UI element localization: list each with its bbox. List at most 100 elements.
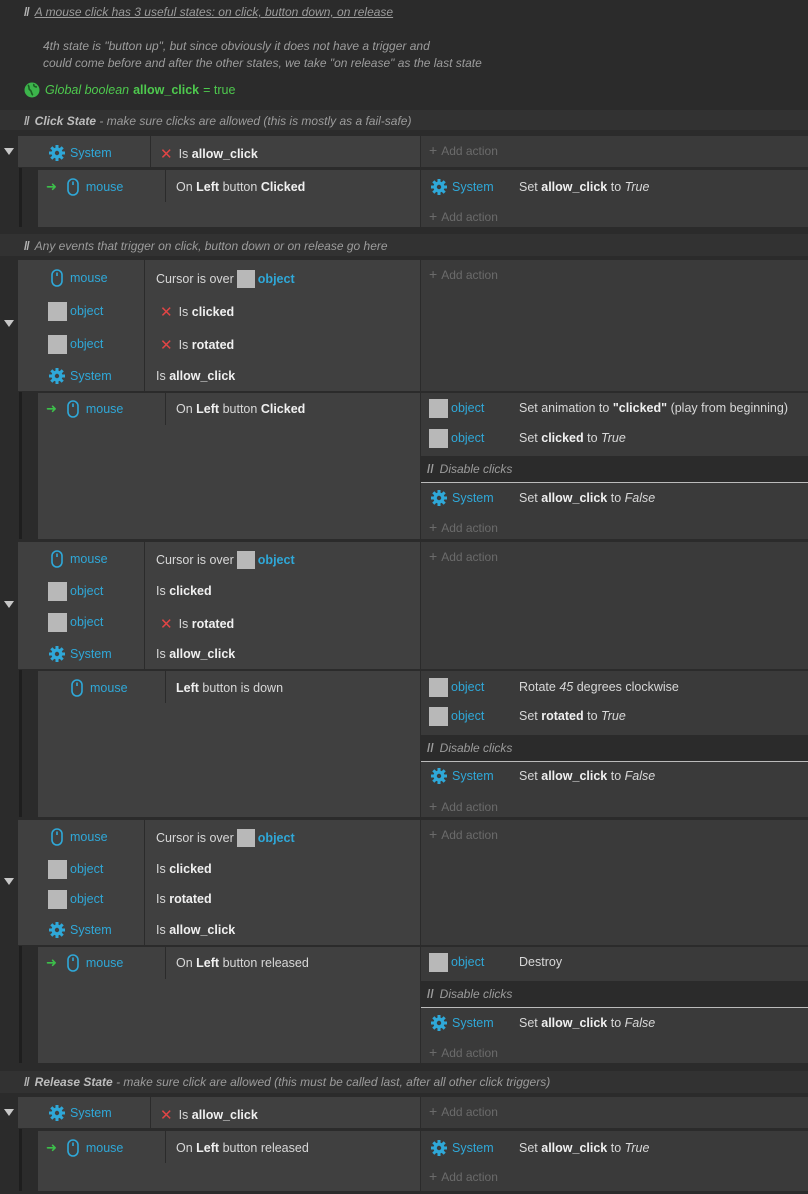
condition-object[interactable]: mouse [48,822,108,852]
condition-object[interactable]: System [48,1098,112,1128]
action-group-comment[interactable]: //Disable clicks [421,735,808,762]
action-destroy[interactable]: Destroy [519,947,562,977]
add-action-button[interactable]: + Add action [429,798,498,814]
action-object[interactable]: System [430,483,494,513]
object-thumbnail [429,677,448,697]
action-set-allow-click[interactable]: Set allow_click to False [519,483,655,513]
add-action-button[interactable]: + Add action [429,266,498,282]
add-action-button[interactable]: + Add action [429,519,498,535]
condition-is-allow-click[interactable]: Is allow_click [156,361,235,391]
gear-icon [431,1015,447,1031]
object-thumbnail [48,581,67,601]
mouse-icon [67,400,79,418]
condition-object[interactable]: mouse [48,263,108,293]
condition-object[interactable]: object [48,576,103,606]
condition-on-left-released[interactable]: On Left button released [176,1133,309,1163]
action-object[interactable]: object [429,947,484,977]
mouse-icon [67,954,79,972]
condition-is-clicked[interactable]: ✕ Is clicked [160,297,234,327]
condition-left-is-down[interactable]: Left button is down [176,673,283,703]
add-action-button[interactable]: + Add action [429,208,498,224]
action-set-allow-click[interactable]: Set allow_click to False [519,761,655,791]
action-object[interactable]: System [430,761,494,791]
condition-object[interactable]: object [48,854,103,884]
invert-icon: ✕ [160,616,173,633]
object-thumbnail [429,952,448,972]
action-rotate[interactable]: Rotate 45 degrees clockwise [519,672,679,702]
object-thumbnail [236,829,255,847]
object-thumbnail [429,428,448,448]
gear-icon [49,646,65,662]
globe-icon [24,82,40,98]
add-action-button[interactable]: + Add action [429,1168,498,1184]
collapse-toggle[interactable] [4,148,14,155]
collapse-toggle[interactable] [4,601,14,608]
action-object[interactable]: object [429,701,484,731]
mouse-icon [67,1139,79,1157]
global-variable[interactable]: Global boolean allow_click = true [23,81,235,99]
condition-is-rotated[interactable]: ✕ Is rotated [160,330,234,360]
condition-is-allow-click[interactable]: Is allow_click [156,915,235,945]
condition-object[interactable]: object [48,296,103,326]
condition-object[interactable]: object [48,607,103,637]
object-thumbnail [429,706,448,726]
condition-object[interactable]: ➜ mouse [46,948,123,978]
invert-icon: ✕ [160,304,173,321]
condition-object[interactable]: System [48,639,112,669]
action-set-allow-click[interactable]: Set allow_click to True [519,172,649,202]
action-object[interactable]: object [429,672,484,702]
collapse-toggle[interactable] [4,878,14,885]
condition-object[interactable]: ➜ mouse [46,172,123,202]
condition-object[interactable]: object [48,329,103,359]
action-set-rotated[interactable]: Set rotated to True [519,701,626,731]
condition-object[interactable]: System [48,915,112,945]
object-thumbnail [48,334,67,354]
gear-icon [431,768,447,784]
global-prefix: Global boolean [45,83,130,97]
condition-cursor-over[interactable]: Cursor is over object [156,264,295,294]
trigger-arrow-icon: ➜ [46,955,57,970]
action-set-animation[interactable]: Set animation to "clicked" (play from be… [519,393,788,423]
condition-on-left-released[interactable]: On Left button released [176,948,309,978]
object-thumbnail [48,889,67,909]
condition-object[interactable]: System [48,138,112,168]
condition-is-allow-click[interactable]: ✕ Is allow_click [160,139,258,169]
add-action-button[interactable]: + Add action [429,826,498,842]
add-action-button[interactable]: + Add action [429,1044,498,1060]
condition-object[interactable]: ➜ mouse [46,394,123,424]
action-object[interactable]: System [430,172,494,202]
condition-is-allow-click[interactable]: ✕ Is allow_click [160,1100,258,1130]
object-thumbnail [429,398,448,418]
condition-on-left-clicked[interactable]: On Left button Clicked [176,172,305,202]
condition-is-allow-click[interactable]: Is allow_click [156,639,235,669]
condition-object[interactable]: mouse [48,544,108,574]
add-action-button[interactable]: + Add action [429,548,498,564]
global-name: allow_click [133,83,200,97]
action-object[interactable]: object [429,423,484,453]
action-object[interactable]: System [430,1008,494,1038]
condition-is-rotated[interactable]: ✕ Is rotated [160,609,234,639]
condition-is-rotated[interactable]: Is rotated [156,884,212,914]
condition-is-clicked[interactable]: Is clicked [156,854,212,884]
collapse-toggle[interactable] [4,1109,14,1116]
action-set-allow-click[interactable]: Set allow_click to True [519,1133,649,1163]
collapse-toggle[interactable] [4,320,14,327]
condition-object[interactable]: System [48,361,112,391]
condition-cursor-over[interactable]: Cursor is over object [156,545,295,575]
action-object[interactable]: object [429,393,484,423]
action-object[interactable]: System [430,1133,494,1163]
trigger-arrow-icon: ➜ [46,179,57,194]
condition-object[interactable]: ➜ mouse [46,1133,123,1163]
condition-cursor-over[interactable]: Cursor is over object [156,823,295,853]
add-action-button[interactable]: + Add action [429,1103,498,1119]
condition-object[interactable]: object [48,884,103,914]
action-set-allow-click[interactable]: Set allow_click to False [519,1008,655,1038]
action-group-comment[interactable]: //Disable clicks [421,456,808,483]
condition-object[interactable]: mouse [68,673,128,703]
invert-icon: ✕ [160,1107,173,1124]
condition-on-left-clicked[interactable]: On Left button Clicked [176,394,305,424]
action-set-clicked[interactable]: Set clicked to True [519,423,626,453]
action-group-comment[interactable]: //Disable clicks [421,981,808,1008]
add-action-button[interactable]: + Add action [429,142,498,158]
condition-is-clicked[interactable]: Is clicked [156,576,212,606]
